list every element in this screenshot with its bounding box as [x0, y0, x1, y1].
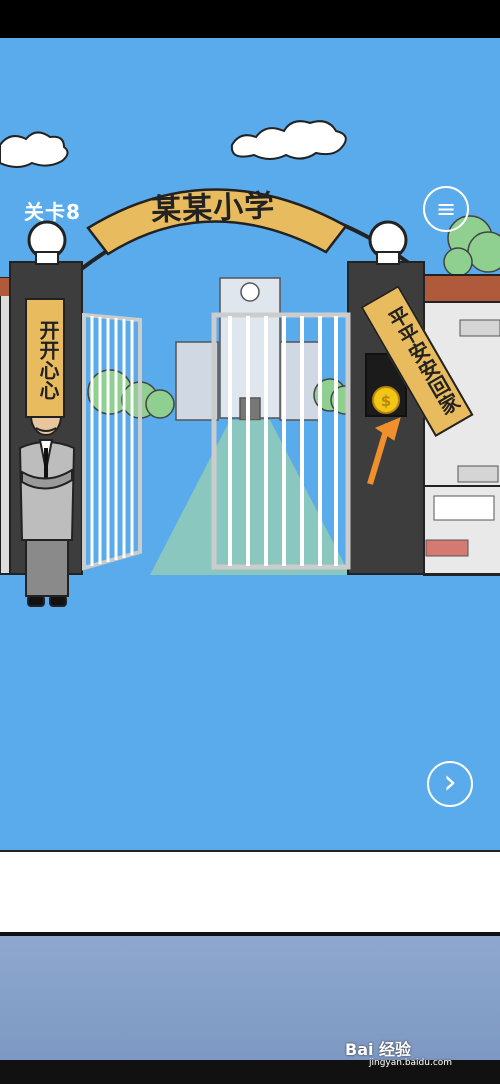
scene-art: $	[0, 120, 500, 607]
left-pillar-sign: 开开心心	[25, 298, 65, 418]
next-button[interactable]: ›	[427, 761, 473, 807]
blank-panel	[0, 850, 500, 932]
cloud-right	[230, 120, 347, 160]
right-pillar-sign-wrap: 平平安安回家	[355, 285, 485, 437]
watermark: Bai 经验 jingyan.baidu.com	[345, 1036, 452, 1068]
right-pillar-sign[interactable]: 平平安安回家	[360, 285, 474, 437]
status-bar	[0, 0, 500, 38]
arch-sign-text: 某某小学	[150, 188, 276, 229]
left-pillar-sign-text: 开开心心	[36, 320, 60, 400]
level-label: 关卡8	[24, 200, 81, 224]
menu-icon: ≡	[435, 195, 457, 223]
cloud-left	[0, 131, 69, 168]
left-gate	[82, 312, 142, 571]
watermark-brand: Bai 经验	[345, 1040, 412, 1059]
right-pillar-sign-text: 平平安安回家	[382, 303, 464, 420]
game-scene: $	[0, 38, 500, 850]
chevron-right-icon: ›	[443, 762, 457, 802]
menu-button[interactable]: ≡	[423, 186, 469, 232]
watermark-url: jingyan.baidu.com	[369, 1058, 453, 1068]
